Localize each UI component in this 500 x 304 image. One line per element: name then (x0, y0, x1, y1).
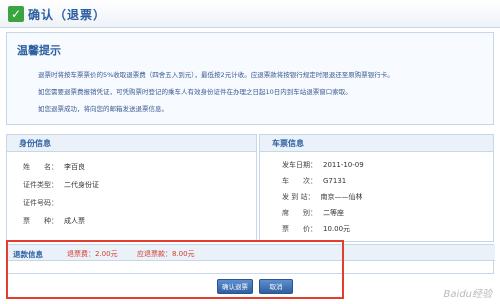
field-label: 票 种： (23, 217, 58, 225)
field-label: 发 到 站： (282, 193, 315, 201)
tip-line-3: 如您退票成功，将向您的邮箱发送退票信息。 (38, 105, 168, 113)
identity-row-name: 姓 名： 李百良 (23, 162, 85, 172)
tips-title: 温馨提示 (17, 44, 61, 57)
tip-line-1: 退票时将按车票票价的5%收取退票费（四舍五入到元），最低按2元计收。应退票款将按… (38, 71, 394, 79)
identity-panel: 身份信息 姓 名： 李百良 证件类型： 二代身份证 证件号码： 票 种： 成人票 (6, 134, 257, 242)
field-value: 二等座 (323, 209, 344, 217)
tip-line-2: 如您需要退票费报销凭证，可凭购票时登记的乘车人有效身份证件在办理之日起10日内到… (38, 88, 352, 96)
identity-heading: 身份信息 (7, 135, 256, 152)
field-value: 李百良 (64, 163, 85, 171)
field-label: 证件类型： (23, 181, 58, 189)
ticket-row-train: 车 次： G7131 (282, 176, 346, 186)
tips-panel: 温馨提示 退票时将按车票票价的5%收取退票费（四舍五入到元），最低按2元计收。应… (6, 32, 494, 125)
ticket-heading: 车票信息 (260, 135, 493, 152)
identity-row-idnumber: 证件号码： (23, 198, 64, 208)
identity-row-idtype: 证件类型： 二代身份证 (23, 180, 99, 190)
field-value: G7131 (323, 177, 347, 185)
confirm-refund-button[interactable]: 确认退票 (217, 279, 253, 294)
check-icon: ✓ (8, 6, 24, 22)
field-value: 2011-10-09 (323, 161, 364, 169)
field-label: 车 次： (282, 177, 317, 185)
page-header: ✓ 确认（退票） (0, 0, 500, 28)
field-value: 二代身份证 (64, 181, 99, 189)
field-label: 发车日期： (282, 161, 317, 169)
identity-row-tickettype: 票 种： 成人票 (23, 216, 85, 226)
field-label: 票 价： (282, 225, 317, 233)
field-label: 证件号码： (23, 199, 58, 207)
highlight-box (6, 240, 344, 299)
field-label: 姓 名： (23, 163, 58, 171)
field-value: 成人票 (64, 217, 85, 225)
ticket-row-seat: 席 别： 二等座 (282, 208, 344, 218)
ticket-row-price: 票 价： 10.00元 (282, 224, 350, 234)
watermark-logo: Baidu经验 (443, 289, 492, 300)
field-label: 席 别： (282, 209, 317, 217)
ticket-row-date: 发车日期： 2011-10-09 (282, 160, 364, 170)
page-title: 确认（退票） (28, 8, 107, 22)
field-value: 南京——仙林 (320, 193, 363, 201)
field-value: 10.00元 (323, 225, 351, 233)
cancel-button[interactable]: 取消 (259, 279, 293, 294)
ticket-panel: 车票信息 发车日期： 2011-10-09 车 次： G7131 发 到 站： 南京—… (259, 134, 494, 242)
ticket-row-stations: 发 到 站： 南京——仙林 (282, 192, 362, 202)
